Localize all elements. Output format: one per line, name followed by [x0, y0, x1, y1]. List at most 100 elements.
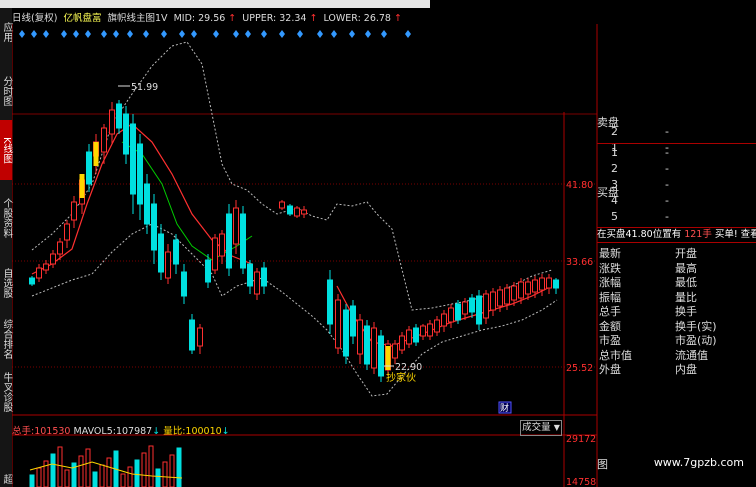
signal-diamond	[101, 30, 107, 38]
candle-body	[101, 127, 107, 153]
candle-body	[71, 201, 77, 221]
candle-body	[240, 213, 246, 269]
book-divider	[597, 242, 756, 243]
stat-label: 振幅	[599, 290, 621, 304]
volume-bars	[29, 445, 183, 487]
left-tab[interactable]: 超	[0, 470, 12, 487]
candle-body	[413, 327, 419, 343]
level-dash: -	[665, 210, 669, 223]
candle-body	[504, 287, 510, 305]
candle-body	[130, 123, 136, 195]
candle-body	[350, 305, 356, 337]
candle-body	[205, 259, 211, 283]
candle-body	[448, 307, 454, 323]
candle-body	[137, 143, 143, 205]
period-label[interactable]: 日线(复权)	[12, 13, 57, 24]
large-order-notice[interactable]: 在买盘41.80位置有121手买单!查看详细	[597, 228, 756, 241]
candle-body	[212, 237, 218, 271]
volume-bar	[29, 474, 35, 487]
mid-value: 29.56	[198, 13, 226, 24]
notice-link: 查看详细	[740, 229, 756, 240]
volume-axis-label-1: 29172	[566, 434, 596, 445]
left-tab[interactable]: K线图	[0, 120, 12, 180]
volume-header: 总手:101530 MAVOL5:107987↓ 量比:100010↓	[12, 423, 230, 437]
candle-body	[287, 205, 293, 215]
finance-icon[interactable]: 财	[500, 402, 509, 414]
vol-value: 101530	[34, 426, 71, 437]
candle-body	[497, 289, 503, 307]
mavol-value: 107987	[115, 426, 153, 437]
candle-body	[144, 183, 150, 225]
ratio-label: 量比:	[163, 426, 186, 437]
candle-body	[294, 207, 300, 217]
candle-body	[476, 295, 482, 325]
signal-diamond	[405, 30, 411, 38]
candle-body	[36, 267, 42, 279]
left-tab[interactable]: 综合排名	[0, 314, 12, 364]
candle-body	[116, 103, 122, 129]
candle-body	[43, 263, 49, 271]
candle-body	[327, 279, 333, 325]
candle-body	[64, 223, 70, 241]
candle-body	[469, 297, 475, 313]
stat-label: 总市值	[599, 348, 632, 362]
signal-diamond	[317, 30, 323, 38]
signal-candle	[93, 142, 99, 166]
candle-body	[158, 233, 164, 273]
candle-body	[455, 303, 461, 321]
candle-body	[343, 309, 349, 357]
candle-body	[532, 279, 538, 293]
candle-body	[364, 325, 370, 365]
upper-band-line	[31, 41, 553, 311]
candle-body	[511, 285, 517, 301]
mid-label: MID:	[173, 13, 196, 24]
arrow-up-icon: ↑	[393, 13, 402, 24]
low-price-label: 22.90	[395, 362, 422, 373]
price-axis-label-2: 33.66	[566, 257, 593, 268]
stat-label: 内盘	[675, 363, 697, 376]
signal-diamond	[191, 30, 197, 38]
candle-body	[247, 263, 253, 287]
order-book-row: 最新 开盘	[597, 247, 756, 260]
stat-label: 换手	[675, 305, 697, 318]
side-tab[interactable]: 图	[597, 456, 608, 472]
site-watermark: www.7gpzb.com	[653, 456, 744, 469]
volume-bar	[99, 464, 105, 487]
chevron-down-icon: ▼	[553, 423, 560, 432]
notice-action: 买单!	[714, 229, 738, 240]
signal-diamond	[233, 30, 239, 38]
arrow-down-icon: ↓	[221, 426, 230, 437]
left-tab[interactable]: 牛叉诊股	[0, 368, 12, 416]
price-axis-label-3: 25.52	[566, 363, 593, 374]
left-tab[interactable]: 个股资料	[0, 184, 12, 252]
volume-bar	[162, 461, 168, 487]
volume-bar	[176, 447, 182, 487]
left-tab[interactable]: 应用	[0, 14, 12, 50]
left-tab[interactable]: 自选股	[0, 256, 12, 310]
buy-signal-label: 抄家伙	[386, 371, 416, 384]
left-tab[interactable]: 分时图	[0, 66, 12, 116]
level-number: 2	[611, 125, 618, 138]
volume-bar	[85, 448, 91, 487]
candle-body	[151, 203, 157, 251]
level-number: 1	[611, 146, 618, 159]
signal-diamond	[179, 30, 185, 38]
indicator-name[interactable]: 亿帆盘富	[63, 13, 101, 24]
stat-label: 流通值	[675, 348, 708, 362]
candle-body	[109, 109, 115, 135]
candle-body	[441, 313, 447, 327]
order-book-row: 总手 换手	[597, 305, 756, 318]
left-tab-strip: 应用分时图 K线图个股资料自选股综合排名牛叉诊股超	[0, 8, 12, 487]
book-divider	[597, 143, 756, 144]
candle-body	[181, 271, 187, 297]
signal-diamond	[279, 30, 285, 38]
signal-diamond	[261, 30, 267, 38]
order-book-row: 2-	[597, 162, 756, 175]
candle-body	[539, 277, 545, 291]
volume-bar	[169, 454, 175, 487]
stat-label: 市盈(动)	[675, 334, 717, 347]
stat-label: 涨幅	[599, 276, 621, 289]
order-book-row: 振幅 量比	[597, 291, 756, 304]
candle-body	[254, 271, 260, 295]
volume-indicator-button[interactable]: 成交量 ▼	[520, 420, 562, 436]
